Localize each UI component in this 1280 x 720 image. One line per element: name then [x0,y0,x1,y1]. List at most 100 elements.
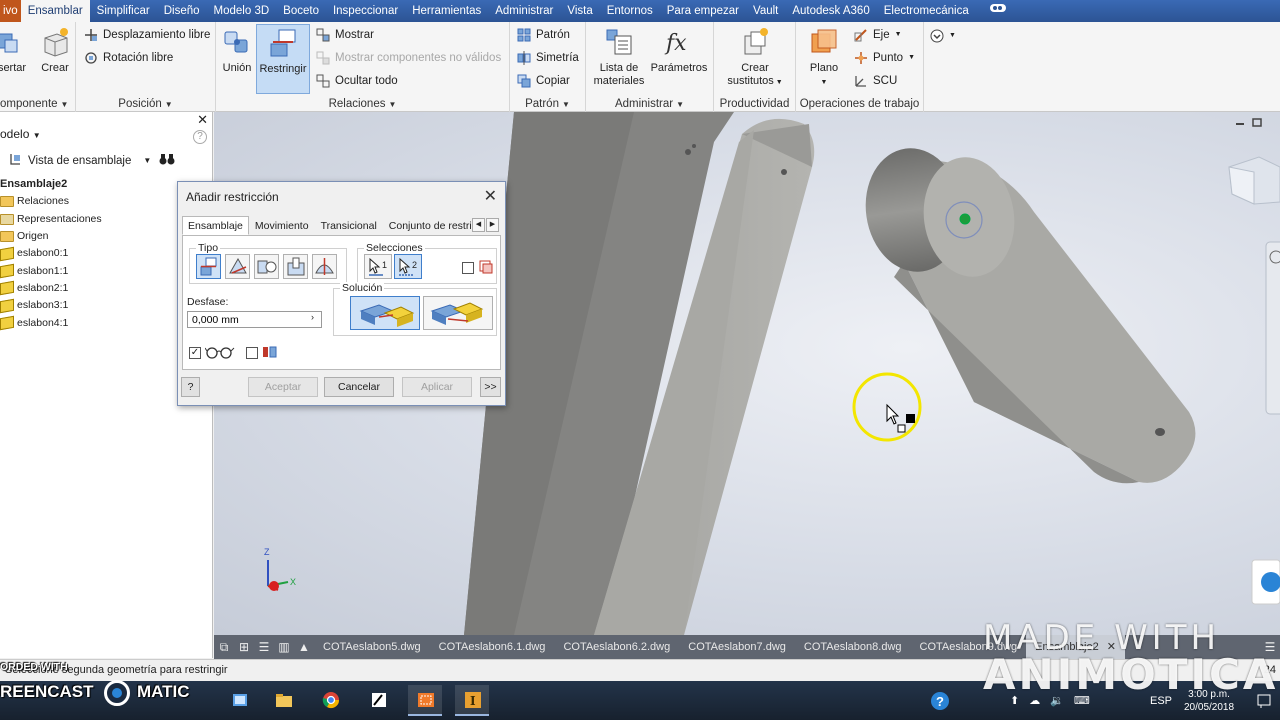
tree-node-representaciones[interactable]: Representaciones [0,211,102,228]
insert-constraint-button[interactable] [283,254,308,279]
taskbar-app-explorer-icon[interactable] [222,685,256,716]
tab-ensamblaje[interactable]: Ensamblaje [182,216,249,235]
tab-scroll-left-icon[interactable]: ◀ [472,218,485,232]
mate-constraint-button[interactable] [196,254,221,279]
show-invalid-components-button[interactable]: Mostrar componentes no válidos [316,48,501,68]
tree-node-origen[interactable]: Origen [0,228,102,245]
work-axis-button[interactable]: Eje ▼ [854,25,902,45]
assembly-view-selector[interactable]: Vista de ensamblaje ▼ [8,152,175,169]
flush-solution-button[interactable] [423,296,493,330]
tab-modelo3d[interactable]: Modelo 3D [207,0,277,22]
panel-productividad-label[interactable]: Productividad [714,98,795,110]
tab-inspeccionar[interactable]: Inspeccionar [326,0,405,22]
tangent-constraint-button[interactable] [254,254,279,279]
tile-windows-icon[interactable]: ⊞ [234,635,254,659]
ribbon-customize-dropdown[interactable]: ▼ [930,26,956,46]
tile-horizontal-icon[interactable]: ☰ [254,635,274,659]
accept-button[interactable]: Aceptar [248,377,318,397]
tab-para-empezar[interactable]: Para empezar [660,0,746,22]
restringir-button[interactable]: Restringir [256,24,310,94]
create-substitutes-button[interactable]: Crear sustitutos ▼ [724,26,786,89]
panel-patron-label[interactable]: Patrón ▼ [510,98,585,110]
enable-constraint-limits-checkbox[interactable] [246,347,258,359]
cascade-windows-icon[interactable]: ⧉ [214,635,234,659]
tab-entornos[interactable]: Entornos [600,0,660,22]
tree-node-part[interactable]: eslabon4:1 [0,314,102,331]
tab-electromecanica[interactable]: Electromecánica [877,0,976,22]
panel-componente-label[interactable]: omponente ▼ [0,98,75,110]
show-button[interactable]: Mostrar [316,25,374,45]
work-plane-button[interactable]: Plano ▼ [804,26,844,89]
panel-posicion-label[interactable]: Posición ▼ [76,98,215,110]
document-tab[interactable]: COTAeslabon5.dwg [314,635,430,659]
ucs-button[interactable]: SCU [854,71,897,91]
mate-solution-button[interactable] [350,296,420,330]
parameters-button[interactable]: fx Parámetros [648,26,710,75]
panel-relaciones-label[interactable]: Relaciones ▼ [216,98,509,110]
free-move-button[interactable]: Desplazamiento libre [84,25,210,45]
offset-input[interactable] [187,311,322,328]
angle-constraint-button[interactable] [225,254,250,279]
tab-herramientas[interactable]: Herramientas [405,0,488,22]
taskbar-app-files-icon[interactable] [266,685,300,716]
panel-administrar-label[interactable]: Administrar ▼ [586,98,713,110]
document-tab[interactable]: COTAeslabon6.2.dwg [554,635,679,659]
tree-node-root[interactable]: Ensamblaje2 [0,176,102,193]
copy-button[interactable]: Copiar [517,71,570,91]
tab-diseno[interactable]: Diseño [157,0,207,22]
create-component-button[interactable]: Crear [38,26,72,75]
navigation-bar[interactable] [1265,241,1280,415]
bill-of-materials-button[interactable]: Lista de materiales [592,26,646,88]
share-view-button[interactable] [1251,559,1280,605]
tab-conjunto-restricciones[interactable]: Conjunto de restric [383,216,479,235]
tab-ensamblar[interactable]: Ensamblar [20,0,90,22]
mirror-button[interactable]: Simetría [517,48,579,68]
document-menu-icon[interactable]: ▲ [294,635,314,659]
tree-node-part[interactable]: eslabon3:1 [0,297,102,314]
pick-part-first-icon[interactable] [478,259,494,278]
taskbar-app-notes-icon[interactable] [361,685,395,716]
tab-administrar[interactable]: Administrar [488,0,560,22]
free-rotate-button[interactable]: Rotación libre [84,48,173,68]
tab-simplificar[interactable]: Simplificar [90,0,157,22]
selection-1-button[interactable]: 1 [364,254,392,279]
viewport-window-controls[interactable] [1236,118,1262,127]
taskbar-app-chrome-icon[interactable] [313,685,347,716]
dialog-help-button[interactable]: ? [181,377,200,397]
tab-ensamblar-prev[interactable]: ivo [0,0,21,22]
dialog-close-icon[interactable]: ✕ [484,186,497,206]
tab-vault[interactable]: Vault [746,0,785,22]
tree-node-relaciones[interactable]: Relaciones [0,193,102,210]
browser-close-icon[interactable]: ✕ [197,112,208,128]
tab-scroll-right-icon[interactable]: ▶ [486,218,499,232]
predict-offset-checkbox[interactable]: ✓ [189,347,201,359]
help-tray-icon[interactable]: ? [930,681,950,720]
tab-transicional[interactable]: Transicional [315,216,383,235]
tree-node-part[interactable]: eslabon0:1 [0,245,102,262]
apply-button[interactable]: Aplicar [402,377,472,397]
taskbar-app-inventor-icon[interactable]: I [455,685,489,716]
tab-boceto[interactable]: Boceto [276,0,326,22]
document-tab[interactable]: COTAeslabon8.dwg [795,635,911,659]
browser-title[interactable]: odelo ▼ [0,127,41,141]
symmetry-constraint-button[interactable] [312,254,337,279]
insert-button[interactable]: sertar [0,26,28,75]
binoculars-icon[interactable] [159,153,175,168]
tile-vertical-icon[interactable]: ▥ [274,635,294,659]
tab-autodesk-a360[interactable]: Autodesk A360 [785,0,876,22]
tree-node-part[interactable]: eslabon2:1 [0,280,102,297]
panel-operaciones-label[interactable]: Operaciones de trabajo [796,98,923,110]
view-cube[interactable] [1228,156,1280,205]
hide-all-button[interactable]: Ocultar todo [316,71,398,91]
selection-2-button[interactable]: 2 [394,254,422,279]
browser-help-icon[interactable]: ? [193,130,207,144]
tree-node-part[interactable]: eslabon1:1 [0,262,102,279]
tab-vista[interactable]: Vista [560,0,599,22]
document-tab[interactable]: COTAeslabon6.1.dwg [430,635,555,659]
offset-menu-icon[interactable]: › [311,312,314,322]
union-button[interactable]: Unión [220,26,254,75]
taskbar-app-screencast-icon[interactable] [408,685,442,716]
tab-movimiento[interactable]: Movimiento [249,216,315,235]
work-point-button[interactable]: Punto ▼ [854,48,915,68]
ribbon-options-icon[interactable] [976,0,1020,22]
